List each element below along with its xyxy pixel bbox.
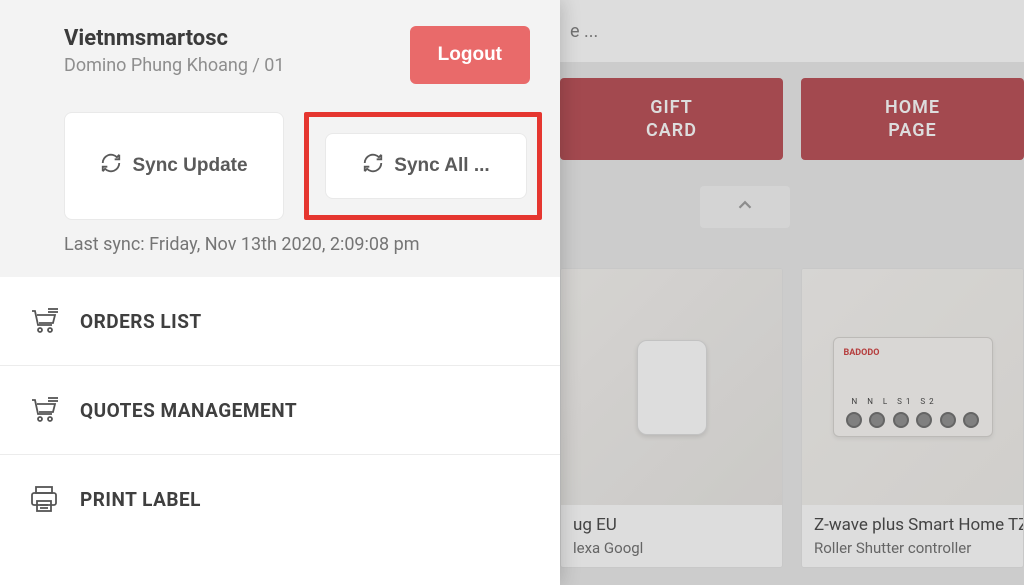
sync-update-button[interactable]: Sync Update	[64, 112, 284, 220]
logout-button[interactable]: Logout	[410, 26, 530, 84]
drawer-menu: ORDERS LIST QUOTES MANAGEMENT	[0, 277, 560, 543]
last-sync-text: Last sync: Friday, Nov 13th 2020, 2:09:0…	[64, 234, 530, 255]
menu-label: ORDERS LIST	[80, 310, 202, 333]
refresh-icon	[100, 152, 122, 180]
settings-drawer: Vietnmsmartosc Domino Phung Khoang / 01 …	[0, 0, 560, 585]
sync-buttons-row: Sync Update Sync All ...	[64, 112, 530, 220]
drawer-header: Vietnmsmartosc Domino Phung Khoang / 01 …	[0, 0, 560, 277]
user-name: Vietnmsmartosc	[64, 26, 285, 51]
user-row: Vietnmsmartosc Domino Phung Khoang / 01 …	[64, 26, 530, 84]
refresh-icon	[362, 152, 384, 180]
menu-label: PRINT LABEL	[80, 488, 201, 511]
menu-label: QUOTES MANAGEMENT	[80, 399, 297, 422]
menu-orders-list[interactable]: ORDERS LIST	[0, 277, 560, 366]
sync-all-label: Sync All ...	[394, 155, 489, 177]
menu-print-label[interactable]: PRINT LABEL	[0, 455, 560, 543]
user-info: Vietnmsmartosc Domino Phung Khoang / 01	[64, 26, 285, 76]
printer-icon	[28, 483, 60, 515]
sync-all-button[interactable]: Sync All ...	[325, 133, 527, 199]
cart-list-icon	[28, 305, 60, 337]
sync-all-highlight: Sync All ...	[304, 112, 542, 220]
menu-quotes-management[interactable]: QUOTES MANAGEMENT	[0, 366, 560, 455]
sync-update-label: Sync Update	[132, 155, 247, 177]
user-location: Domino Phung Khoang / 01	[64, 55, 285, 76]
cart-list-icon	[28, 394, 60, 426]
